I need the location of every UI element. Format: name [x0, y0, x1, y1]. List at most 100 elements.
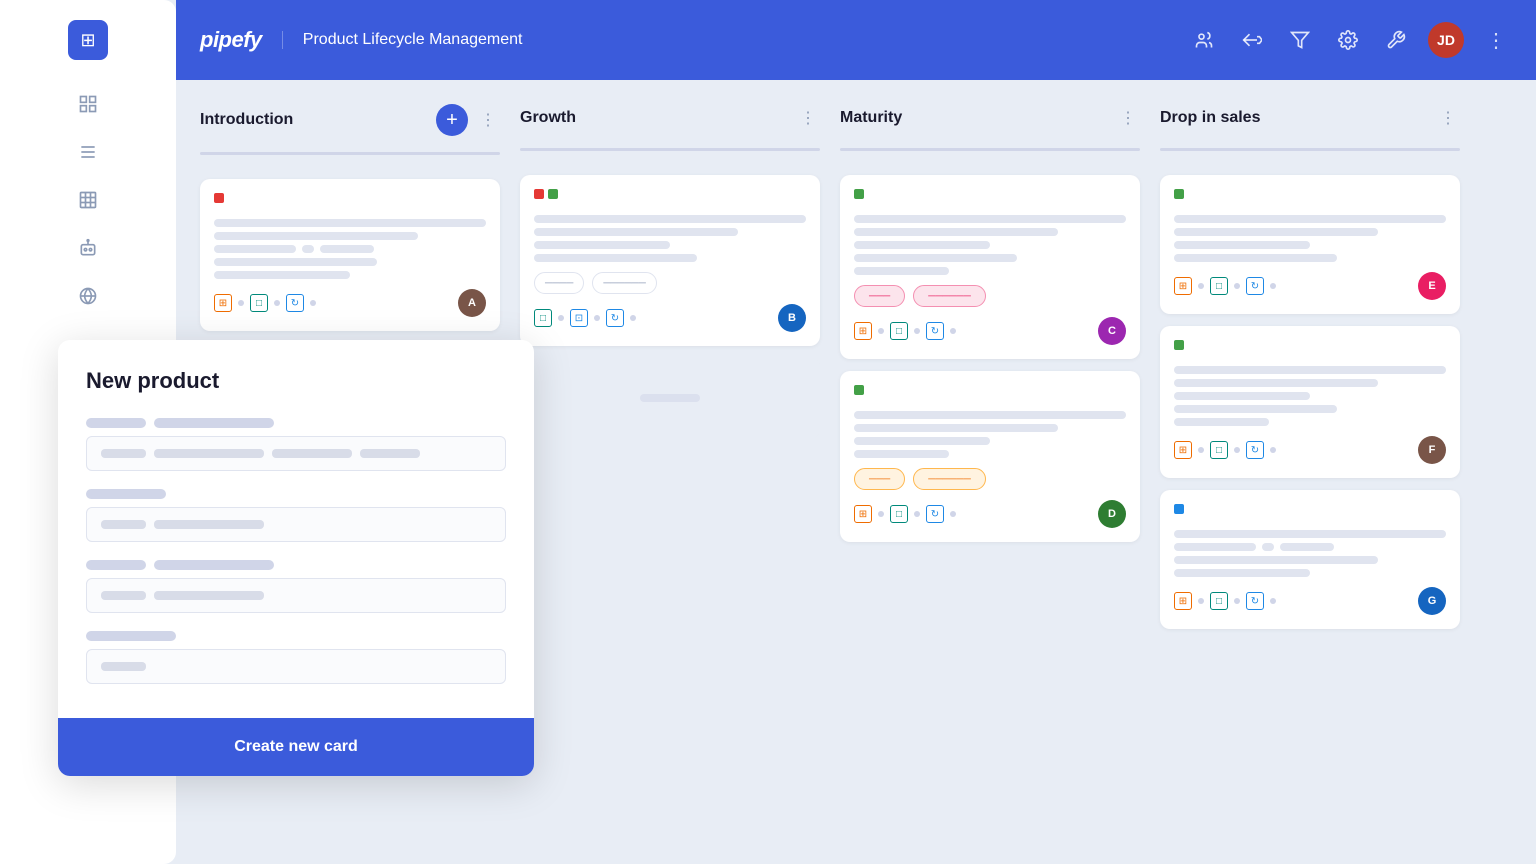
card-icon-tag[interactable]: ⊞: [1174, 277, 1192, 295]
column-menu-drop-in-sales[interactable]: ⋮: [1436, 104, 1460, 132]
create-card-button[interactable]: Create new card: [234, 738, 358, 756]
card-dot: [1234, 283, 1240, 289]
card-icon-refresh[interactable]: ↻: [926, 505, 944, 523]
modal-title: New product: [86, 368, 506, 394]
card-icon-tag[interactable]: ⊞: [214, 294, 232, 312]
card-line: [1174, 215, 1446, 223]
card-avatar: A: [458, 289, 486, 317]
card-line: [1280, 543, 1334, 551]
column-menu-maturity[interactable]: ⋮: [1116, 104, 1140, 132]
card-tags: [854, 189, 1126, 207]
card-line: [214, 245, 296, 253]
column-line-introduction: [200, 152, 500, 155]
more-icon[interactable]: ⋮: [1480, 24, 1512, 56]
user-avatar[interactable]: JD: [1428, 22, 1464, 58]
card-dot: [1270, 598, 1276, 604]
card-icon-tag[interactable]: ⊞: [1174, 441, 1192, 459]
card-line: [1174, 543, 1256, 551]
card-line: [854, 411, 1126, 419]
wrench-icon[interactable]: [1380, 24, 1412, 56]
people-icon[interactable]: [1188, 24, 1220, 56]
card-lines: [214, 219, 486, 279]
modal-footer[interactable]: Create new card: [58, 718, 534, 776]
card-icon-tag[interactable]: ⊞: [854, 322, 872, 340]
form-input-2[interactable]: [86, 507, 506, 542]
card-lines: [854, 215, 1126, 275]
column-line-growth: [520, 148, 820, 151]
input-placeholder: [101, 449, 420, 458]
card-icon-tag[interactable]: ⊞: [1174, 592, 1192, 610]
card-dot: [310, 300, 316, 306]
card-icon-refresh[interactable]: ↻: [926, 322, 944, 340]
card-icon-refresh[interactable]: ↻: [1246, 441, 1264, 459]
card-line: [1174, 530, 1446, 538]
card-icon-check[interactable]: □: [1210, 441, 1228, 459]
input-placeholder: [101, 520, 264, 529]
label-block: [154, 560, 274, 570]
card-icon-tag[interactable]: ⊞: [854, 505, 872, 523]
settings-icon[interactable]: [1332, 24, 1364, 56]
input-placeholder: [101, 591, 264, 600]
card-icon-check[interactable]: □: [890, 505, 908, 523]
card-icon-refresh[interactable]: ↻: [1246, 592, 1264, 610]
column-growth: Growth ⋮ ──── ────── □: [520, 104, 820, 840]
sidebar-item-globe[interactable]: [68, 276, 108, 316]
column-menu-growth[interactable]: ⋮: [796, 104, 820, 132]
header-logo: pipefy: [200, 27, 262, 53]
card-pill[interactable]: ────: [534, 272, 584, 294]
card-line: [854, 215, 1126, 223]
app-header: pipefy Product Lifecycle Management: [176, 0, 1536, 80]
card-tag-green: [1174, 189, 1184, 199]
filter-icon[interactable]: [1284, 24, 1316, 56]
form-input-4[interactable]: [86, 649, 506, 684]
column-header-growth: Growth ⋮: [520, 104, 820, 132]
header-actions: JD ⋮: [1188, 22, 1512, 58]
card-icon-check[interactable]: □: [1210, 277, 1228, 295]
card-tags: [1174, 340, 1446, 358]
sidebar-logo: ⊞: [68, 20, 108, 60]
card-tag-red: [214, 193, 224, 203]
form-label-1: [86, 418, 506, 428]
card-icon-refresh[interactable]: ↻: [286, 294, 304, 312]
card-tag-green: [854, 189, 864, 199]
card: ─── ────── ⊞ □ ↻ C: [840, 175, 1140, 359]
ph-block: [154, 520, 264, 529]
column-menu-introduction[interactable]: ⋮: [476, 106, 500, 134]
form-input-1[interactable]: [86, 436, 506, 471]
label-block: [86, 418, 146, 428]
sidebar-item-bot[interactable]: [68, 228, 108, 268]
card-footer: ⊞ □ ↻ C: [854, 317, 1126, 345]
card-pill-pink[interactable]: ──────: [913, 285, 986, 307]
form-input-3[interactable]: [86, 578, 506, 613]
card-icon-export[interactable]: ⊡: [570, 309, 588, 327]
sidebar-item-grid[interactable]: [68, 84, 108, 124]
card-dot: [1198, 283, 1204, 289]
card-pill-orange[interactable]: ───: [854, 468, 905, 490]
card-dot: [274, 300, 280, 306]
column-title-drop-in-sales: Drop in sales: [1160, 109, 1428, 127]
card-icon-check[interactable]: □: [250, 294, 268, 312]
card-pill[interactable]: ──────: [592, 272, 657, 294]
card-pill-pink[interactable]: ───: [854, 285, 905, 307]
card-icon-refresh[interactable]: ↻: [1246, 277, 1264, 295]
export-icon[interactable]: [1236, 24, 1268, 56]
form-field-3: [86, 560, 506, 613]
ph-block: [101, 449, 146, 458]
card-icon-check[interactable]: □: [1210, 592, 1228, 610]
logo-text: pipefy: [200, 27, 262, 53]
card-line: [1174, 392, 1310, 400]
card-icon-check[interactable]: □: [534, 309, 552, 327]
form-field-2: [86, 489, 506, 542]
card-line: [854, 241, 990, 249]
card-icon-refresh[interactable]: ↻: [606, 309, 624, 327]
sidebar-item-table[interactable]: [68, 180, 108, 220]
card: ⊞ □ ↻ G: [1160, 490, 1460, 629]
form-field-4: [86, 631, 506, 684]
sidebar-item-list[interactable]: [68, 132, 108, 172]
card-icons: ⊞ □ ↻: [1174, 277, 1276, 295]
add-card-introduction[interactable]: +: [436, 104, 468, 136]
card-dot: [1198, 598, 1204, 604]
card-line: [854, 437, 990, 445]
card-pill-orange[interactable]: ──────: [913, 468, 986, 490]
card-icon-check[interactable]: □: [890, 322, 908, 340]
